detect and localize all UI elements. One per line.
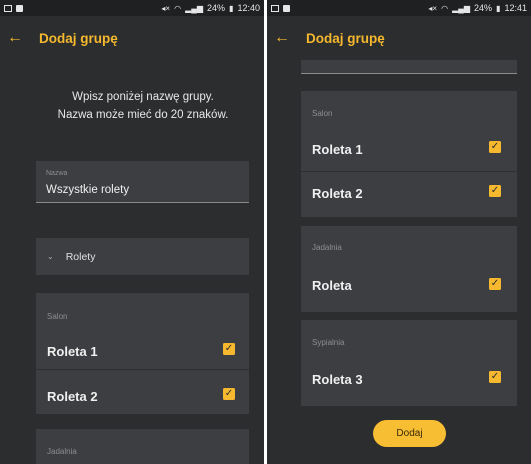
checkbox-checked-icon[interactable]: ✓ — [489, 371, 501, 383]
divider — [301, 171, 517, 172]
field-underline — [36, 202, 249, 203]
room-card-sypialnia: Sypialnia Roleta 3 ✓ — [301, 320, 517, 406]
device-label: Roleta 2 — [312, 186, 363, 201]
facebook-icon — [16, 4, 23, 12]
name-field-label: Nazwa — [46, 170, 68, 177]
clock: 12:40 — [237, 3, 260, 13]
mute-icon: ◂× — [161, 3, 171, 13]
field-underline — [301, 73, 517, 74]
room-label: Salon — [47, 312, 68, 321]
wifi-icon: ◠ — [174, 3, 182, 13]
gallery-icon — [4, 4, 12, 12]
checkbox-checked-icon[interactable]: ✓ — [489, 141, 501, 153]
room-card-jadalnia: Jadalnia Roleta ✓ — [301, 226, 517, 312]
name-field-value[interactable]: Wszystkie rolety — [46, 184, 129, 196]
screen-right: ◂× ◠ ▂▄▆ 24% ▮ 12:41 ← Dodaj grupę Salon… — [267, 0, 531, 464]
checkbox-checked-icon[interactable]: ✓ — [489, 185, 501, 197]
app-bar: ← Dodaj grupę — [0, 16, 264, 60]
battery-percent: 24% — [207, 3, 226, 13]
battery-icon: ▮ — [496, 3, 501, 13]
room-card-jadalnia: Jadalnia — [36, 429, 249, 464]
checkbox-checked-icon[interactable]: ✓ — [489, 278, 501, 290]
clock: 12:41 — [504, 3, 527, 13]
wifi-icon: ◠ — [441, 3, 449, 13]
checkbox-checked-icon[interactable]: ✓ — [223, 343, 235, 355]
status-bar: ◂× ◠ ▂▄▆ 24% ▮ 12:41 — [267, 0, 531, 16]
device-label: Roleta 2 — [47, 389, 98, 404]
chevron-down-icon: ⌄ — [47, 252, 54, 261]
back-arrow-icon[interactable]: ← — [274, 29, 292, 47]
back-arrow-icon[interactable]: ← — [7, 29, 25, 47]
battery-icon: ▮ — [229, 3, 234, 13]
room-label: Salon — [312, 109, 333, 118]
group-name-field[interactable]: Nazwa Wszystkie rolety — [36, 161, 249, 203]
status-bar: ◂× ◠ ▂▄▆ 24% ▮ 12:40 — [0, 0, 264, 16]
name-field-partial — [301, 60, 517, 74]
checkbox-checked-icon[interactable]: ✓ — [223, 388, 235, 400]
dropdown-label: Rolety — [65, 250, 96, 263]
app-bar: ← Dodaj grupę — [267, 16, 531, 60]
device-label: Roleta 3 — [312, 372, 363, 387]
device-label: Roleta 1 — [312, 142, 363, 157]
room-card-salon: Salon Roleta 1 ✓ Roleta 2 ✓ — [301, 91, 517, 217]
device-type-dropdown[interactable]: ⌄ Rolety — [36, 238, 249, 275]
facebook-icon — [283, 4, 290, 12]
signal-icon: ▂▄▆ — [185, 3, 204, 13]
intro-line-2: Nazwa może mieć do 20 znaków. — [57, 109, 229, 121]
device-label: Roleta 1 — [47, 344, 98, 359]
room-card-salon: Salon Roleta 1 ✓ Roleta 2 ✓ — [36, 293, 249, 414]
device-label: Roleta — [312, 278, 352, 293]
intro-line-1: Wpisz poniżej nazwę grupy. — [72, 91, 214, 103]
gallery-icon — [271, 4, 279, 12]
intro-text: Wpisz poniżej nazwę grupy. Nazwa może mi… — [36, 88, 250, 124]
divider — [36, 369, 249, 370]
room-label: Jadalnia — [47, 447, 77, 456]
signal-icon: ▂▄▆ — [452, 3, 471, 13]
room-label: Jadalnia — [312, 243, 342, 252]
room-label: Sypialnia — [312, 338, 345, 347]
screen-left: ◂× ◠ ▂▄▆ 24% ▮ 12:40 ← Dodaj grupę Wpisz… — [0, 0, 264, 464]
page-title: Dodaj grupę — [39, 30, 118, 46]
add-button[interactable]: Dodaj — [373, 420, 446, 447]
battery-percent: 24% — [474, 3, 493, 13]
page-title: Dodaj grupę — [306, 30, 385, 46]
mute-icon: ◂× — [428, 3, 438, 13]
